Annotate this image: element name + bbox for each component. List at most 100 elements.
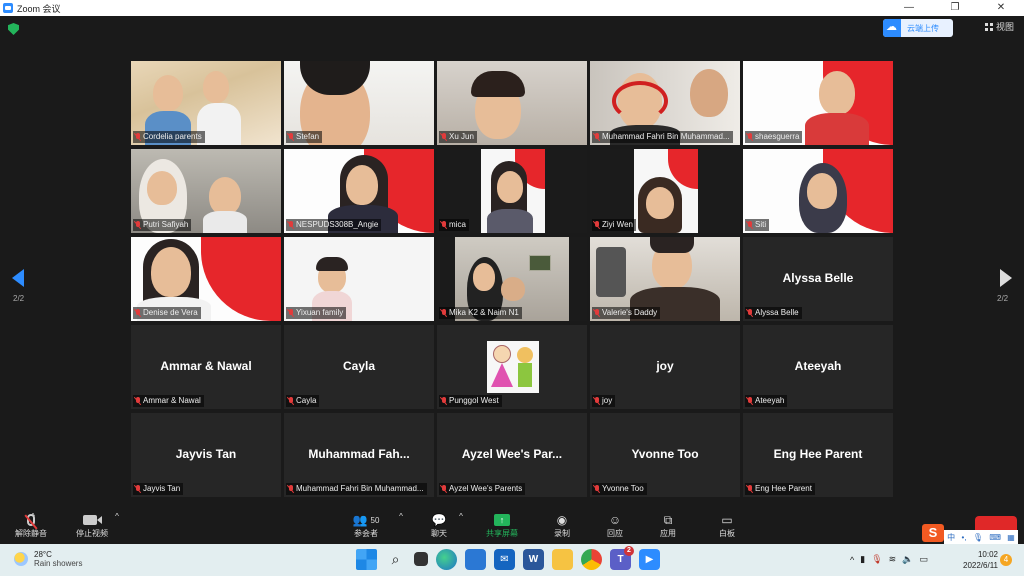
teams-icon[interactable]: T2 — [610, 546, 634, 570]
ime-toolbar: 中 •, 🎙 ⌨ ▦ — [944, 530, 1018, 544]
participant-display-name: Muhammad Fah... — [308, 447, 410, 461]
muted-mic-icon — [747, 397, 753, 405]
stop-video-button[interactable]: 停止视频 — [67, 512, 117, 539]
participants-button[interactable]: 👥 50 参会者 — [341, 512, 391, 539]
network-activity-icon[interactable]: ▮ — [860, 554, 865, 565]
participant-tile[interactable]: Eng Hee Parent Eng Hee Parent — [743, 413, 893, 497]
weather-widget[interactable]: 28°C Rain showers — [14, 550, 82, 568]
task-view-icon[interactable] — [414, 552, 428, 566]
system-tray: ^ ▮ 🎙 ≋ 🔈 ▭ — [850, 554, 928, 565]
microphone-icon[interactable]: 🎙 — [871, 554, 882, 565]
participant-display-name: Ammar & Nawal — [160, 359, 252, 373]
mail-icon[interactable]: ✉ — [494, 549, 515, 570]
participant-name-label: Cayla — [286, 395, 320, 407]
ime-keyboard-icon[interactable]: ⌨ — [989, 533, 1001, 542]
participant-tile[interactable]: Cordelia parents — [131, 61, 281, 145]
battery-icon[interactable]: ▭ — [919, 554, 928, 565]
show-hidden-icons-chevron-icon[interactable]: ^ — [850, 555, 854, 565]
participant-tile[interactable]: Muhammad Fah... Muhammad Fahri Bin Muham… — [284, 413, 434, 497]
system-clock[interactable]: 10:02 2022/6/11 — [960, 549, 998, 571]
participant-tile[interactable]: joy joy — [590, 325, 740, 409]
participant-display-name: Eng Hee Parent — [773, 447, 863, 461]
volume-icon[interactable]: 🔈 — [902, 554, 913, 565]
notification-badge[interactable]: 4 — [1000, 554, 1012, 566]
teams-badge: 2 — [624, 546, 634, 556]
participant-tile[interactable]: Denise de Vera — [131, 237, 281, 321]
security-shield-icon[interactable] — [8, 23, 19, 35]
participant-tile[interactable]: Ammar & Nawal Ammar & Nawal — [131, 325, 281, 409]
video-options-chevron-icon[interactable]: ^ — [112, 512, 122, 521]
participant-tile[interactable]: Muhammad Fahri Bin Muhammad... — [590, 61, 740, 145]
muted-mic-icon — [288, 309, 294, 317]
participant-tile[interactable]: mica — [437, 149, 587, 233]
muted-mic-icon — [594, 309, 600, 317]
participant-tile[interactable]: Cayla Cayla — [284, 325, 434, 409]
participant-tile[interactable]: Stefan — [284, 61, 434, 145]
reactions-button[interactable]: ☺ 回应 — [590, 512, 640, 539]
view-button[interactable]: 视图 — [985, 20, 1014, 33]
clock-time: 10:02 — [977, 550, 998, 559]
punggol-west-logo-image — [487, 341, 539, 393]
apps-button[interactable]: ⧉ 应用 — [643, 512, 693, 539]
participant-name-label: Muhammad Fahri Bin Muhammad... — [592, 131, 733, 143]
restore-button[interactable]: ❐ — [932, 0, 978, 16]
participant-tile[interactable]: Yixuan family — [284, 237, 434, 321]
participant-name-label: Xu Jun — [439, 131, 477, 143]
muted-mic-icon — [135, 397, 141, 405]
ime-language-toggle[interactable]: 中 — [947, 532, 955, 543]
participants-icon: 👥 50 — [352, 513, 380, 527]
previous-page-arrow-icon[interactable] — [12, 269, 24, 287]
participant-tile[interactable]: Ayzel Wee's Par... Ayzel Wee's Parents — [437, 413, 587, 497]
audio-options-chevron-icon[interactable]: ^ — [28, 512, 38, 521]
participant-display-name: Yvonne Too — [631, 447, 699, 461]
sogou-ime-logo-icon[interactable]: S — [922, 524, 944, 542]
chat-options-chevron-icon[interactable]: ^ — [456, 512, 466, 521]
whiteboard-button[interactable]: ▭ 白板 — [702, 512, 752, 539]
participant-tile[interactable]: Siti — [743, 149, 893, 233]
windows-start-icon[interactable] — [356, 549, 377, 570]
record-button[interactable]: ◉ 录制 — [537, 512, 587, 539]
muted-mic-icon — [288, 485, 294, 493]
participant-tile[interactable]: Jayvis Tan Jayvis Tan — [131, 413, 281, 497]
participant-tile[interactable]: Yvonne Too Yvonne Too — [590, 413, 740, 497]
participant-display-name: Ateeyah — [794, 359, 842, 373]
close-button[interactable]: ✕ — [978, 0, 1024, 16]
ime-voice-icon[interactable]: 🎙 — [973, 533, 983, 542]
page-indicator-left: 2/2 — [13, 294, 25, 303]
smiley-plus-icon: ☺ — [608, 513, 622, 527]
participant-tile[interactable]: Putri Safiyah — [131, 149, 281, 233]
ime-menu-icon[interactable]: ▦ — [1007, 533, 1015, 542]
share-screen-button[interactable]: ↑ 共享屏幕 — [477, 512, 527, 539]
wifi-icon[interactable]: ≋ — [889, 554, 897, 565]
participant-tile[interactable]: Punggol West — [437, 325, 587, 409]
word-icon[interactable]: W — [523, 549, 544, 570]
next-page-arrow-icon[interactable] — [1000, 269, 1012, 287]
participant-name-label: Ammar & Nawal — [133, 395, 204, 407]
participant-tile[interactable]: Ateeyah Ateeyah — [743, 325, 893, 409]
participant-tile[interactable]: Alyssa Belle Alyssa Belle — [743, 237, 893, 321]
cloud-upload-button[interactable]: 云端上传 — [883, 19, 953, 37]
participant-tile[interactable]: Mika K2 & Naim N1 — [437, 237, 587, 321]
search-icon[interactable]: ⌕ — [385, 549, 406, 570]
ime-punctuation-icon[interactable]: •, — [961, 533, 966, 542]
edge-browser-icon[interactable] — [436, 549, 457, 570]
participant-name-label: Mika K2 & Naim N1 — [439, 307, 522, 319]
participant-tile[interactable]: Valerie's Daddy — [590, 237, 740, 321]
file-explorer-icon[interactable] — [552, 549, 573, 570]
zoom-taskbar-icon[interactable]: ▶ — [639, 549, 660, 570]
participant-tile[interactable]: shaesguerra — [743, 61, 893, 145]
zoom-icon — [3, 3, 13, 13]
participant-name-label: Alyssa Belle — [745, 307, 802, 319]
chrome-icon[interactable] — [581, 549, 602, 570]
participant-tile[interactable]: Xu Jun — [437, 61, 587, 145]
participant-tile[interactable]: NESPUDS308B_Angie — [284, 149, 434, 233]
weather-temperature: 28°C — [34, 550, 52, 559]
video-camera-icon — [67, 512, 117, 528]
minimize-button[interactable]: — — [886, 0, 932, 16]
participant-tile[interactable]: Ziyi Wen — [590, 149, 740, 233]
microsoft-store-icon[interactable] — [465, 549, 486, 570]
muted-mic-icon — [441, 309, 447, 317]
weather-description: Rain showers — [34, 559, 83, 568]
muted-mic-icon — [288, 221, 294, 229]
participants-options-chevron-icon[interactable]: ^ — [396, 512, 406, 521]
